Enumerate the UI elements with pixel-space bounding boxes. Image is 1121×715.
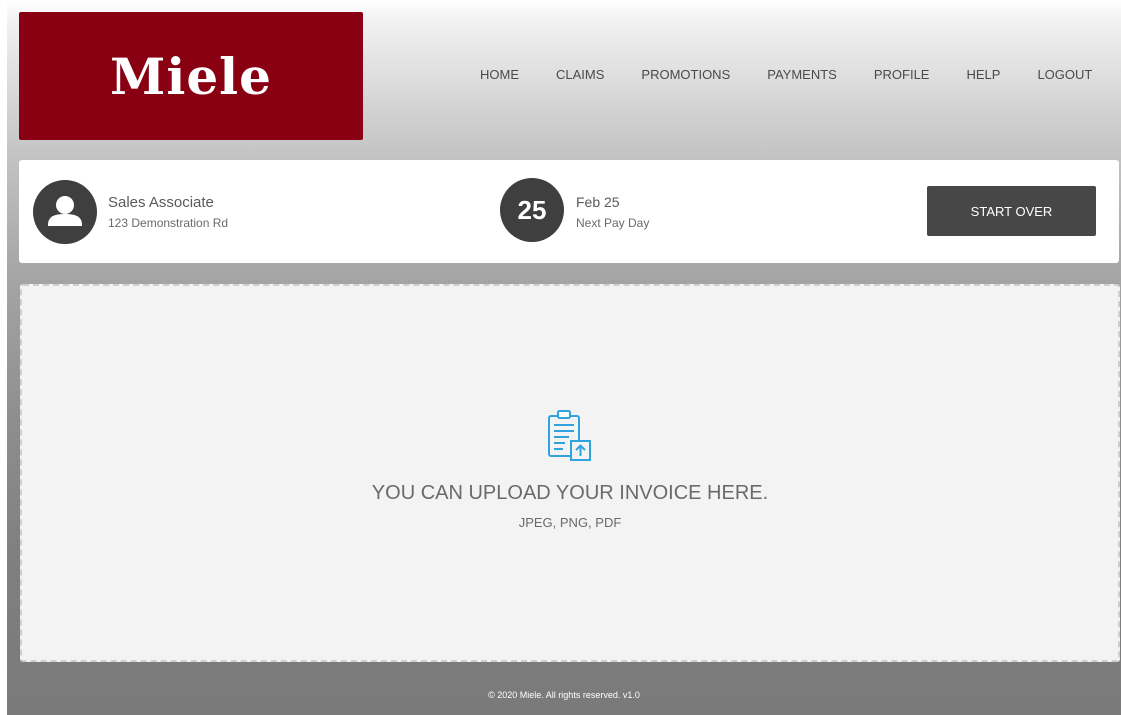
upload-formats: JPEG, PNG, PDF xyxy=(518,515,622,530)
start-over-button[interactable]: START OVER xyxy=(927,186,1096,236)
upload-title: YOU CAN UPLOAD YOUR INVOICE HERE. xyxy=(371,482,769,504)
nav-item-home[interactable]: HOME xyxy=(480,67,519,82)
clipboard-upload-icon xyxy=(548,410,591,461)
nav-item-payments[interactable]: PAYMENTS xyxy=(767,67,837,82)
page: Miele HOME CLAIMS PROMOTIONS PAYMENTS PR… xyxy=(7,0,1121,715)
nav-item-help[interactable]: HELP xyxy=(966,67,1000,82)
person-icon xyxy=(48,196,82,226)
avatar xyxy=(33,180,97,244)
nav-item-claims[interactable]: CLAIMS xyxy=(556,67,604,82)
pay-date: Feb 25 xyxy=(576,194,620,210)
pay-label: Next Pay Day xyxy=(576,216,650,230)
info-bar: Sales Associate 123 Demonstration Rd 25 … xyxy=(19,160,1119,263)
invoice-upload-dropzone[interactable]: YOU CAN UPLOAD YOUR INVOICE HERE. JPEG, … xyxy=(20,284,1120,662)
nav-item-promotions[interactable]: PROMOTIONS xyxy=(641,67,730,82)
main-nav: HOME CLAIMS PROMOTIONS PAYMENTS PROFILE … xyxy=(480,67,1092,82)
footer-copyright: © 2020 Miele. All rights reserved. v1.0 xyxy=(488,690,640,700)
brand-logo[interactable]: Miele xyxy=(19,12,363,140)
logo-text: Miele xyxy=(110,46,272,106)
nav-item-logout[interactable]: LOGOUT xyxy=(1037,67,1092,82)
pay-day-badge: 25 xyxy=(500,178,564,242)
user-address: 123 Demonstration Rd xyxy=(108,216,229,230)
nav-item-profile[interactable]: PROFILE xyxy=(874,67,930,82)
user-name: Sales Associate xyxy=(108,194,214,211)
